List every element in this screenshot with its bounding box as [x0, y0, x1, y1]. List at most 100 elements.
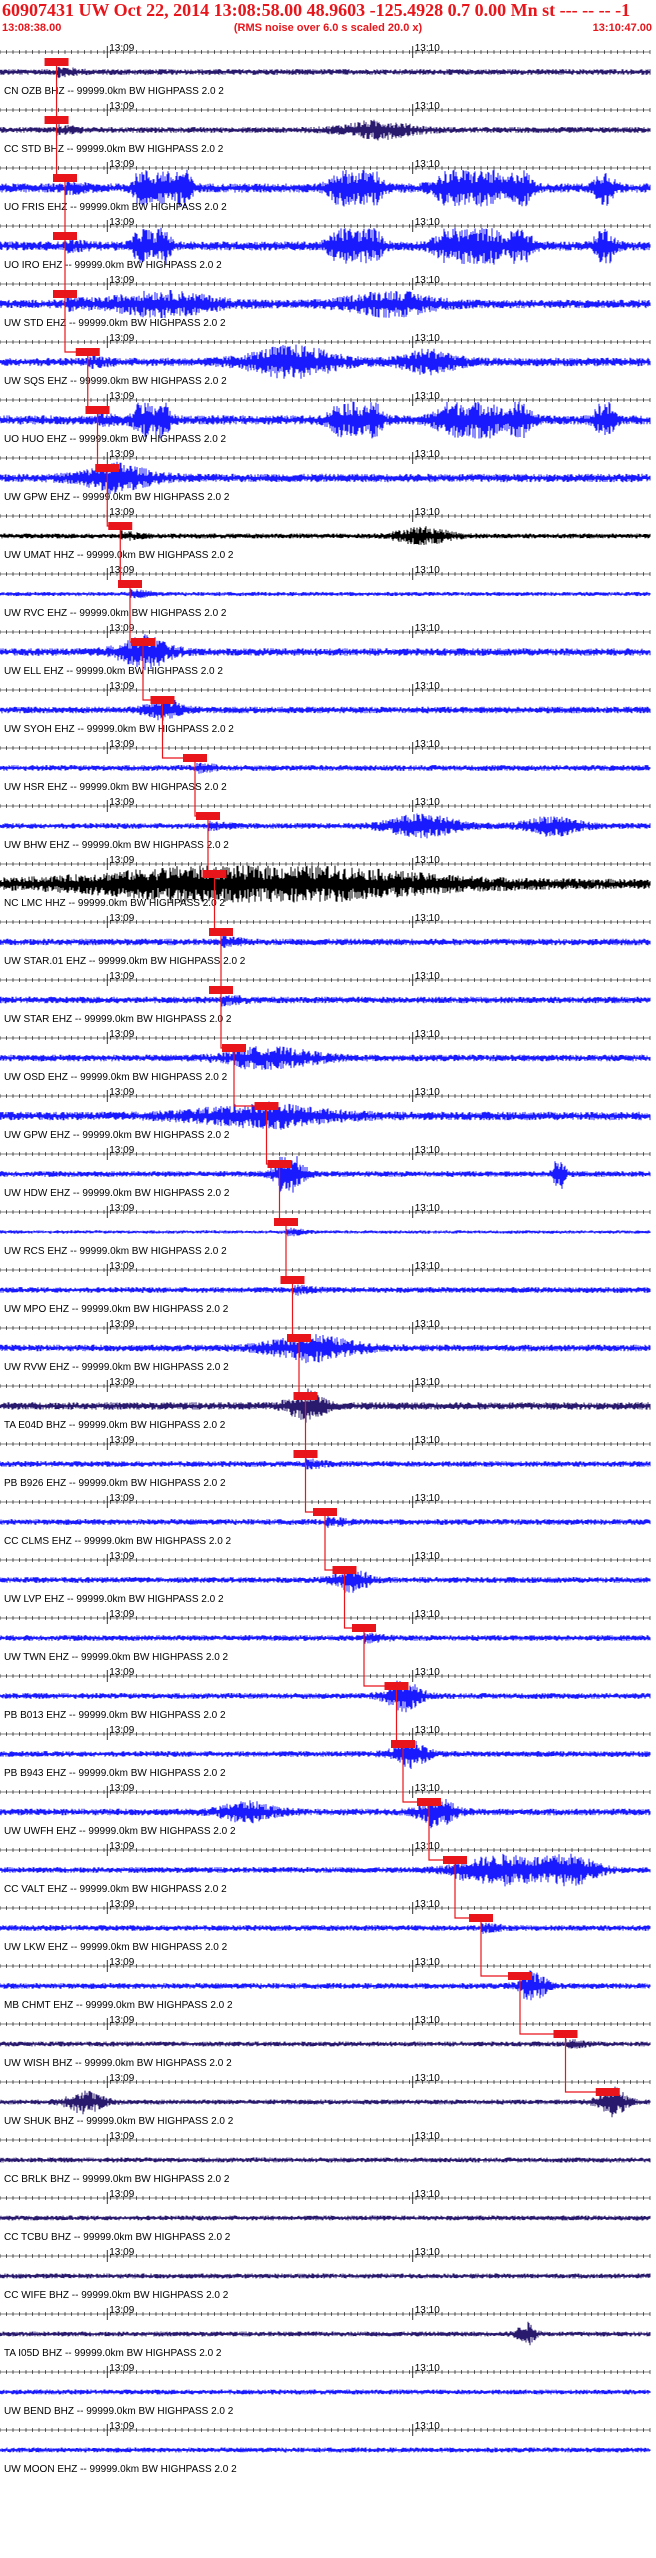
- seismogram-panel: 13:09 13:10 CN OZB BHZ -- 99999.0km BW HIG…: [0, 43, 651, 2475]
- time-mark-label: 13:09: [109, 43, 134, 54]
- time-mark-label: 13:09: [109, 1261, 134, 1272]
- station-trace: 13:09 13:10 UW HDW EHZ -- 99999.0km BW HIG…: [0, 1145, 651, 1199]
- time-mark-label: 13:10: [415, 1667, 440, 1678]
- time-mark-label: 13:09: [109, 449, 134, 460]
- time-mark-label: 13:10: [415, 1841, 440, 1852]
- time-mark-label: 13:09: [109, 1145, 134, 1156]
- station-label: NC LMC HHZ -- 99999.0km BW HIGHPASS 2.0 …: [4, 898, 225, 909]
- station-trace: 13:09 13:10 PB B013 EHZ -- 99999.0km BW HI…: [0, 1667, 651, 1721]
- time-mark-label: 13:10: [415, 2305, 440, 2316]
- station-label: UO IRO EHZ -- 99999.0km BW HIGHPASS 2.0 …: [4, 260, 222, 271]
- station-label: TA E04D BHZ -- 99999.0km BW HIGHPASS 2.0…: [4, 1420, 226, 1431]
- station-trace: 13:09 13:10 UW SYOH EHZ -- 99999.0km BW HI…: [0, 681, 651, 735]
- time-mark-label: 13:09: [109, 101, 134, 112]
- time-mark-label: 13:09: [109, 1377, 134, 1388]
- station-label: CC VALT EHZ -- 99999.0km BW HIGHPASS 2.0…: [4, 1884, 227, 1895]
- station-label: UW SQS EHZ -- 99999.0km BW HIGHPASS 2.0 …: [4, 376, 227, 387]
- station-trace: 13:09 13:10 UW BEND BHZ -- 99999.0km BW HI…: [0, 2363, 651, 2417]
- station-label: UW MOON EHZ -- 99999.0km BW HIGHPASS 2.0…: [4, 2464, 237, 2475]
- time-mark-label: 13:10: [415, 1493, 440, 1504]
- time-mark-label: 13:09: [109, 2305, 134, 2316]
- time-mark-label: 13:09: [109, 739, 134, 750]
- time-mark-label: 13:09: [109, 1087, 134, 1098]
- station-label: UW MPO EHZ -- 99999.0km BW HIGHPASS 2.0 …: [4, 1304, 229, 1315]
- time-mark-label: 13:10: [415, 797, 440, 808]
- time-mark-label: 13:09: [109, 391, 134, 402]
- station-label: UW RVC EHZ -- 99999.0km BW HIGHPASS 2.0 …: [4, 608, 227, 619]
- station-label: UW GPW EHZ -- 99999.0km BW HIGHPASS 2.0 …: [4, 1130, 230, 1141]
- waveform: [0, 995, 651, 1007]
- time-mark-label: 13:09: [109, 1493, 134, 1504]
- time-mark-label: 13:10: [415, 623, 440, 634]
- time-mark-label: 13:09: [109, 1957, 134, 1968]
- station-label: CN OZB BHZ -- 99999.0km BW HIGHPASS 2.0 …: [4, 86, 224, 97]
- time-mark-label: 13:10: [415, 1029, 440, 1040]
- time-mark-label: 13:09: [109, 2247, 134, 2258]
- station-label: UO FRIS EHZ -- 99999.0km BW HIGHPASS 2.0…: [4, 202, 227, 213]
- waveform: [0, 1227, 651, 1237]
- waveform: [0, 2273, 651, 2279]
- time-mark-label: 13:10: [415, 855, 440, 866]
- station-trace: 13:09 13:10 UW WISH BHZ -- 99999.0km BW HI…: [0, 2015, 651, 2069]
- time-mark-label: 13:10: [415, 1261, 440, 1272]
- station-label: UW LKW EHZ -- 99999.0km BW HIGHPASS 2.0 …: [4, 1942, 228, 1953]
- station-label: CC STD BHZ -- 99999.0km BW HIGHPASS 2.0 …: [4, 144, 224, 155]
- station-trace: 13:09 13:10 UW TWN EHZ -- 99999.0km BW HIG…: [0, 1609, 651, 1663]
- waveform: [0, 2447, 651, 2453]
- station-trace: 13:09 13:10 UW SHUK BHZ -- 99999.0km BW HI…: [0, 2073, 651, 2127]
- time-mark-label: 13:09: [109, 1899, 134, 1910]
- station-label: PB B013 EHZ -- 99999.0km BW HIGHPASS 2.0…: [4, 1710, 226, 1721]
- time-mark-label: 13:10: [415, 565, 440, 576]
- station-label: CC TCBU BHZ -- 99999.0km BW HIGHPASS 2.0…: [4, 2232, 231, 2243]
- station-label: CC BRLK BHZ -- 99999.0km BW HIGHPASS 2.0…: [4, 2174, 230, 2185]
- time-mark-label: 13:10: [415, 1435, 440, 1446]
- time-mark-label: 13:10: [415, 1145, 440, 1156]
- station-label: PB B926 EHZ -- 99999.0km BW HIGHPASS 2.0…: [4, 1478, 226, 1489]
- time-mark-label: 13:10: [415, 2247, 440, 2258]
- time-mark-label: 13:10: [415, 2421, 440, 2432]
- waveform: [0, 1458, 651, 1470]
- waveform: [0, 2215, 651, 2221]
- time-mark-label: 13:09: [109, 1783, 134, 1794]
- waveform: [0, 1046, 651, 1070]
- time-mark-label: 13:10: [415, 2363, 440, 2374]
- time-mark-label: 13:10: [415, 2131, 440, 2142]
- station-trace: 13:09 13:10 UW LKW EHZ -- 99999.0km BW HIG…: [0, 1899, 651, 1953]
- station-trace: 13:09 13:10 UW RCS EHZ -- 99999.0km BW HIG…: [0, 1203, 651, 1257]
- time-mark-label: 13:10: [415, 1899, 440, 1910]
- time-mark-label: 13:10: [415, 1551, 440, 1562]
- time-mark-label: 13:10: [415, 391, 440, 402]
- time-mark-label: 13:09: [109, 1435, 134, 1446]
- station-label: UW RVW EHZ -- 99999.0km BW HIGHPASS 2.0 …: [4, 1362, 229, 1373]
- station-trace: 13:09 13:10 UO IRO EHZ -- 99999.0km BW HIG…: [0, 217, 651, 271]
- time-mark-label: 13:09: [109, 333, 134, 344]
- station-label: UW BHW EHZ -- 99999.0km BW HIGHPASS 2.0 …: [4, 840, 229, 851]
- station-trace: 13:09 13:10 PB B943 EHZ -- 99999.0km BW HI…: [0, 1725, 651, 1779]
- station-label: UW UWFH EHZ -- 99999.0km BW HIGHPASS 2.0…: [4, 1826, 236, 1837]
- station-trace: 13:09 13:10 UW HSR EHZ -- 99999.0km BW HIG…: [0, 739, 651, 793]
- station-trace: 13:09 13:10 CC TCBU BHZ -- 99999.0km BW HI…: [0, 2189, 651, 2243]
- time-mark-label: 13:10: [415, 2073, 440, 2084]
- station-trace: 13:09 13:10 UW OSD EHZ -- 99999.0km BW HIG…: [0, 1029, 651, 1083]
- waveform: [0, 1388, 651, 1423]
- time-mark-label: 13:10: [415, 43, 440, 54]
- station-label: UW HDW EHZ -- 99999.0km BW HIGHPASS 2.0 …: [4, 1188, 230, 1199]
- time-mark-label: 13:09: [109, 2015, 134, 2026]
- station-trace: 13:09 13:10 UW STAR.01 EHZ -- 99999.0km BW…: [0, 913, 651, 967]
- station-label: UO HUO EHZ -- 99999.0km BW HIGHPASS 2.0 …: [4, 434, 227, 445]
- time-mark-label: 13:10: [415, 333, 440, 344]
- station-trace: 13:09 13:10 UW UWFH EHZ -- 99999.0km BW HI…: [0, 1783, 651, 1837]
- time-mark-label: 13:10: [415, 507, 440, 518]
- station-trace: 13:09 13:10 UW MPO EHZ -- 99999.0km BW HIG…: [0, 1261, 651, 1315]
- waveform: [0, 526, 651, 545]
- station-trace: 13:09 13:10 PB B926 EHZ -- 99999.0km BW HI…: [0, 1435, 651, 1489]
- station-trace: 13:09 13:10 CC VALT EHZ -- 99999.0km BW HI…: [0, 1841, 651, 1895]
- waveform: [0, 1922, 651, 1934]
- station-trace: 13:09 13:10 UW STAR EHZ -- 99999.0km BW HI…: [0, 971, 651, 1025]
- time-mark-label: 13:09: [109, 159, 134, 170]
- time-mark-label: 13:09: [109, 1667, 134, 1678]
- waveform: [0, 813, 651, 839]
- station-label: UW HSR EHZ -- 99999.0km BW HIGHPASS 2.0 …: [4, 782, 227, 793]
- station-label: UW UMAT HHZ -- 99999.0km BW HIGHPASS 2.0…: [4, 550, 234, 561]
- station-trace: 13:09 13:10 UW BHW EHZ -- 99999.0km BW HIG…: [0, 797, 651, 851]
